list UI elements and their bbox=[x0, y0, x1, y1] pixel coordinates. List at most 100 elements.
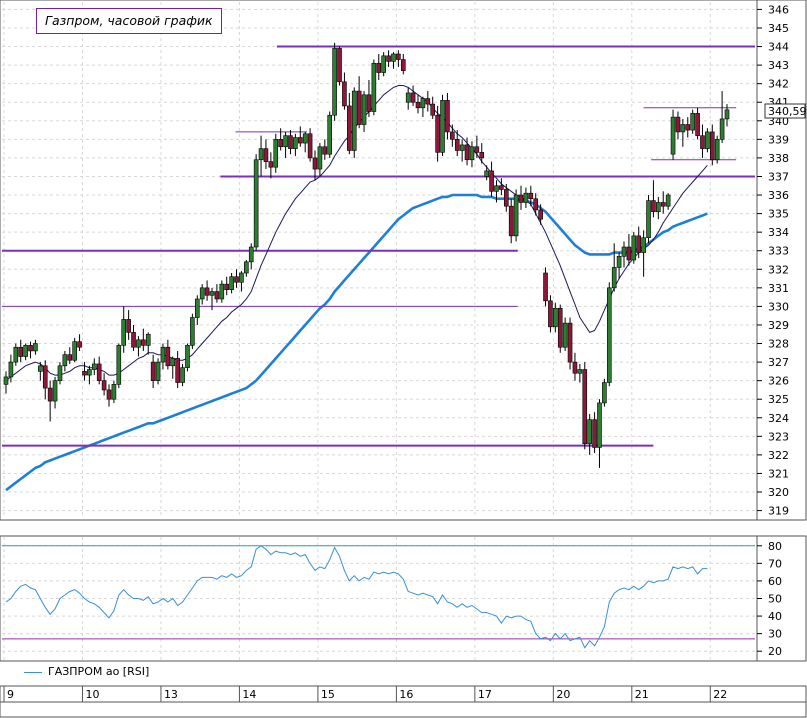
candle-body bbox=[508, 205, 514, 237]
candle-body bbox=[268, 161, 274, 168]
candle-body bbox=[77, 341, 82, 348]
price-tick-label: 333 bbox=[768, 245, 789, 258]
candle-body bbox=[670, 116, 676, 155]
price-tick-label: 336 bbox=[768, 189, 789, 202]
chart-root: 346 345 344 343 342 341 340 339 338 337 336 335 334 3… bbox=[0, 0, 807, 718]
candle-body bbox=[366, 94, 372, 112]
price-tick-label: 343 bbox=[768, 59, 789, 72]
candle-body bbox=[283, 135, 288, 148]
candle-body bbox=[199, 287, 205, 300]
candle-body bbox=[391, 53, 396, 62]
candle-body bbox=[538, 209, 543, 220]
rsi-tick-label: 20 bbox=[768, 645, 782, 658]
candle-body bbox=[543, 272, 548, 302]
rsi-tick-label: 30 bbox=[768, 628, 782, 641]
rsi-tick-label: 80 bbox=[768, 540, 782, 553]
x-tick-label: 15 bbox=[321, 688, 335, 701]
price-tick-label: 339 bbox=[768, 133, 789, 146]
candle-body bbox=[57, 365, 63, 381]
candle-body bbox=[204, 287, 210, 296]
candle-body bbox=[194, 298, 200, 318]
candle-body bbox=[150, 361, 156, 381]
candle-body bbox=[3, 376, 9, 385]
candle-body bbox=[592, 419, 597, 448]
candle-body bbox=[636, 235, 642, 253]
candle-body bbox=[606, 287, 612, 383]
candle-body bbox=[587, 419, 592, 445]
candle-body bbox=[494, 185, 499, 192]
candle-body bbox=[23, 345, 28, 357]
candle-body bbox=[18, 346, 24, 357]
price-tick-label: 332 bbox=[768, 263, 789, 276]
x-tick-label: 14 bbox=[242, 688, 256, 701]
candle-body bbox=[724, 109, 730, 120]
candle-body bbox=[273, 139, 279, 168]
candle-body bbox=[562, 322, 568, 348]
price-tick-label: 331 bbox=[768, 282, 789, 295]
candle-body bbox=[616, 255, 622, 268]
candle-body bbox=[96, 363, 102, 381]
candle-body bbox=[719, 118, 725, 140]
chart-title: Газпром, часовой график bbox=[36, 8, 222, 34]
rsi-legend-label: ГАЗПРОМ ao [RSI] bbox=[48, 665, 150, 678]
candle-body bbox=[553, 307, 558, 328]
candle-body bbox=[405, 92, 411, 103]
x-tick-label: 20 bbox=[556, 688, 570, 701]
price-tick-label: 344 bbox=[768, 41, 789, 54]
candle-body bbox=[52, 380, 58, 402]
price-tick-label: 329 bbox=[768, 319, 789, 332]
rsi-tick-label: 50 bbox=[768, 593, 782, 606]
candle-body bbox=[459, 144, 465, 151]
candle-body bbox=[229, 276, 234, 290]
candle-body bbox=[577, 369, 583, 374]
candle-body bbox=[646, 200, 651, 239]
price-tick-label: 319 bbox=[768, 505, 789, 518]
rsi-legend: ГАЗПРОМ ao [RSI] bbox=[24, 665, 149, 678]
x-tick-label: 16 bbox=[399, 688, 413, 701]
candle-body bbox=[297, 137, 303, 144]
x-tick-label: 22 bbox=[713, 688, 727, 701]
candle-body bbox=[557, 307, 563, 348]
candle-body bbox=[258, 148, 264, 161]
candle-body bbox=[602, 382, 607, 404]
candle-body bbox=[62, 354, 68, 367]
candle-body bbox=[170, 358, 176, 367]
candle-body bbox=[347, 105, 352, 151]
candle-body bbox=[503, 189, 509, 207]
candle-body bbox=[572, 361, 578, 374]
candle-body bbox=[445, 100, 450, 133]
candle-body bbox=[253, 159, 259, 248]
candle-body bbox=[675, 116, 681, 133]
last-price-marker: 340,59 bbox=[764, 103, 807, 119]
candle-body bbox=[175, 358, 180, 383]
candle-body bbox=[356, 90, 362, 125]
candle-body bbox=[214, 291, 220, 300]
candle-body bbox=[190, 317, 195, 346]
x-tick-label: 9 bbox=[7, 688, 14, 701]
candle-body bbox=[82, 371, 87, 376]
candle-body bbox=[38, 365, 43, 372]
candle-body bbox=[533, 198, 539, 211]
candle-body bbox=[454, 139, 460, 151]
rsi-panel-frame bbox=[0, 535, 758, 662]
price-tick-label: 322 bbox=[768, 449, 789, 462]
candle-body bbox=[499, 185, 504, 190]
candle-body bbox=[597, 402, 602, 448]
candle-body bbox=[464, 144, 470, 161]
candle-body bbox=[288, 135, 293, 149]
candle-body bbox=[47, 387, 53, 402]
candle-body bbox=[160, 346, 166, 363]
candle-body bbox=[239, 272, 244, 283]
last-price-label: 340,59 bbox=[768, 105, 807, 118]
candle-body bbox=[513, 194, 519, 237]
rsi-tick-label: 40 bbox=[768, 610, 782, 623]
candle-body bbox=[244, 261, 249, 274]
candle-body bbox=[312, 157, 318, 170]
price-tick-label: 330 bbox=[768, 300, 789, 313]
candle-body bbox=[660, 202, 666, 207]
candle-body bbox=[131, 332, 136, 348]
candle-body bbox=[626, 246, 632, 261]
candle-body bbox=[371, 62, 377, 112]
candle-body bbox=[155, 361, 161, 381]
price-tick-label: 326 bbox=[768, 375, 789, 388]
